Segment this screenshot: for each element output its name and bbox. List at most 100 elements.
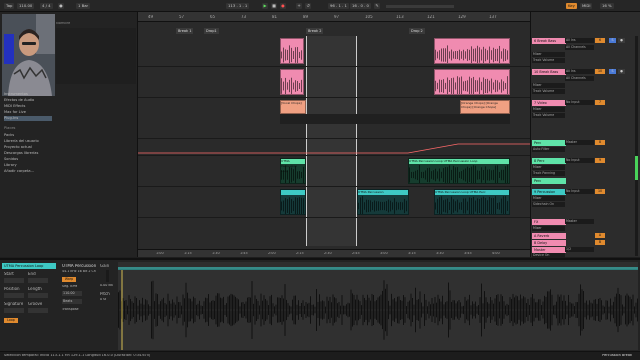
pitch-value[interactable]: 0 st bbox=[100, 298, 106, 301]
record-icon[interactable]: ● bbox=[280, 3, 286, 9]
loop-button[interactable]: Loop bbox=[4, 318, 18, 323]
track-activator[interactable]: 6 bbox=[595, 38, 605, 43]
track-name[interactable]: Perc bbox=[532, 140, 566, 146]
tap-button[interactable]: Tap bbox=[4, 3, 15, 9]
gain-slider[interactable] bbox=[106, 270, 109, 282]
track-name[interactable]: 10 Break Bass bbox=[532, 69, 566, 75]
lane-percussion[interactable]: UTMA Percussion UTMA Percussion Loop UTM… bbox=[138, 187, 530, 218]
signature-field[interactable] bbox=[4, 308, 24, 313]
metronome-quantize[interactable]: 1 Bar bbox=[76, 3, 91, 9]
loop-start-field[interactable]: 96 . 1 . 1 bbox=[328, 3, 349, 9]
gain-value[interactable]: 0.00 dB bbox=[100, 284, 113, 287]
lane-break-bass-1[interactable] bbox=[138, 36, 530, 67]
track-header-returns[interactable]: FX Master Mixer A Reverb A B Delay B Mas… bbox=[531, 218, 640, 258]
automation-param[interactable]: Track Volume bbox=[532, 113, 565, 118]
clip-utma-perc[interactable]: UTMA Percussion Loop bbox=[280, 158, 306, 184]
locator-drop-1[interactable]: Drop1 bbox=[204, 28, 219, 34]
input-type-select[interactable]: No Input bbox=[565, 100, 594, 105]
tempo-field[interactable]: 110.00 bbox=[17, 3, 35, 9]
input-type-select[interactable]: All Ins bbox=[565, 69, 594, 74]
place-sounds[interactable]: Sonidos bbox=[4, 157, 18, 162]
end-field[interactable] bbox=[28, 278, 48, 283]
clip-percussion[interactable]: UTMA Percussion bbox=[357, 189, 409, 215]
loop-icon[interactable]: ↺ bbox=[305, 3, 311, 9]
place-library[interactable]: Library bbox=[4, 163, 17, 168]
master-output[interactable]: 1/2 bbox=[565, 247, 594, 252]
position-field[interactable]: 113 . 1 . 1 bbox=[226, 3, 250, 9]
lane-perc[interactable]: UTMA Percussion Loop UTMA Percussion Loo… bbox=[138, 156, 530, 187]
place-packs[interactable]: Packs bbox=[4, 133, 14, 138]
category-midi-effects[interactable]: MIDI Effects bbox=[4, 104, 25, 109]
lane-perc-filter[interactable] bbox=[138, 139, 530, 156]
category-plugins[interactable]: Plug-Ins bbox=[4, 116, 52, 121]
midi-map-button[interactable]: MIDI bbox=[580, 3, 593, 9]
warp-button[interactable]: Warp bbox=[62, 277, 76, 282]
track-activator[interactable]: 8 bbox=[595, 140, 605, 145]
beat-ruler[interactable]: 49 57 65 73 81 89 97 105 113 121 129 137 bbox=[138, 12, 530, 22]
automation-param[interactable]: Track Volume bbox=[532, 89, 565, 94]
lane-break-bass-2[interactable] bbox=[138, 67, 530, 98]
locator-break-2[interactable]: Break 2 bbox=[306, 28, 324, 34]
return-track-name[interactable]: A Reverb bbox=[532, 233, 566, 239]
automation-mode[interactable]: Mixer bbox=[532, 107, 565, 112]
groove-field[interactable] bbox=[28, 308, 48, 313]
clip-break-bass[interactable] bbox=[280, 38, 304, 64]
automation-mode[interactable]: Mixer bbox=[532, 165, 565, 170]
clip-title[interactable]: UTMA Percussion Loop bbox=[2, 263, 56, 269]
input-type-select[interactable]: No Input bbox=[565, 158, 594, 163]
track-header-perc[interactable]: 8 Perc No Input 9 Mixer Track Panning Pe… bbox=[531, 156, 640, 186]
length-field[interactable] bbox=[28, 293, 48, 298]
track-activator[interactable]: 9 bbox=[595, 158, 605, 163]
key-map-button[interactable]: Key bbox=[566, 3, 577, 9]
clip-break-bass[interactable] bbox=[434, 69, 510, 95]
track-header-break-bass-2[interactable]: 10 Break Bass All Ins 10 All Channels Mi… bbox=[531, 67, 640, 97]
clip-vocal-chops[interactable]: [Vocal Chops] bbox=[280, 100, 306, 114]
clip-orange-chops[interactable]: [Orange Chops] [Orange Chops] [Orange Ch… bbox=[460, 100, 510, 114]
automation-param[interactable]: Track Volume bbox=[532, 58, 565, 63]
waveform-display[interactable] bbox=[118, 270, 638, 350]
play-icon[interactable]: ▶ bbox=[262, 3, 268, 9]
time-ruler[interactable]: 1:00 1:15 1:30 1:45 2:00 2:15 2:30 2:45 … bbox=[138, 249, 530, 257]
category-audio-effects[interactable]: Efectos de Audio bbox=[4, 98, 34, 103]
arm-icon[interactable]: ● bbox=[618, 38, 625, 43]
automation-mode[interactable]: Mixer bbox=[532, 196, 565, 201]
track-activator[interactable]: 10 bbox=[595, 69, 605, 74]
draw-mode-icon[interactable]: ✎ bbox=[374, 3, 380, 9]
clip-utma-perc[interactable]: UTMA Percussion Loop UTMA Percussion Loo… bbox=[408, 158, 510, 184]
output-select[interactable]: Master bbox=[565, 219, 594, 224]
automation-lane[interactable] bbox=[280, 114, 510, 124]
place-user-library[interactable]: Librería del usuario bbox=[4, 139, 39, 144]
input-channel-select[interactable]: All Channels bbox=[565, 45, 594, 50]
clip-break-bass[interactable] bbox=[280, 69, 304, 95]
track-activator[interactable]: 10 bbox=[595, 189, 605, 194]
track-name[interactable]: 8 Perc bbox=[532, 158, 566, 164]
start-field[interactable] bbox=[4, 278, 24, 283]
track-header-video[interactable]: 7 Video No Input 7 Mixer Track Volume bbox=[531, 98, 640, 138]
solo-button[interactable]: S bbox=[609, 38, 616, 43]
track-name[interactable]: 7 Video bbox=[532, 100, 566, 106]
position-field[interactable] bbox=[4, 293, 24, 298]
stop-icon[interactable]: ■ bbox=[271, 3, 277, 9]
add-folder-button[interactable]: Añadir carpeta... bbox=[4, 169, 34, 174]
arrangement-view[interactable]: 49 57 65 73 81 89 97 105 113 121 129 137… bbox=[138, 12, 530, 259]
input-channel-select[interactable]: All Channels bbox=[565, 76, 594, 81]
clip-percussion[interactable] bbox=[280, 189, 306, 215]
track-activator[interactable]: 7 bbox=[595, 100, 605, 105]
automation-param[interactable]: Sidechain On bbox=[532, 202, 565, 207]
track-name[interactable]: 6 Break Bass bbox=[532, 38, 566, 44]
return-track-name[interactable]: B Delay bbox=[532, 240, 566, 246]
automation-param[interactable]: Track Panning bbox=[532, 171, 565, 176]
input-type-select[interactable]: All Ins bbox=[565, 38, 594, 43]
track-name[interactable]: FX bbox=[532, 219, 566, 225]
output-select[interactable]: Master bbox=[565, 140, 594, 145]
category-instrumentos[interactable]: Instrumentos bbox=[4, 92, 28, 97]
automation-arm-icon[interactable]: + bbox=[296, 3, 302, 9]
browser-file-list[interactable] bbox=[56, 28, 136, 84]
track-name[interactable]: Perc bbox=[532, 178, 566, 184]
automation-mode[interactable]: Mixer bbox=[532, 83, 565, 88]
automation-param[interactable]: Auto Filter bbox=[532, 147, 565, 152]
automation-mode[interactable]: Mixer bbox=[532, 226, 565, 231]
metronome-icon[interactable]: ● bbox=[58, 3, 64, 9]
place-current-project[interactable]: Proyecto actual bbox=[4, 145, 32, 150]
return-activator[interactable]: B bbox=[595, 240, 605, 245]
